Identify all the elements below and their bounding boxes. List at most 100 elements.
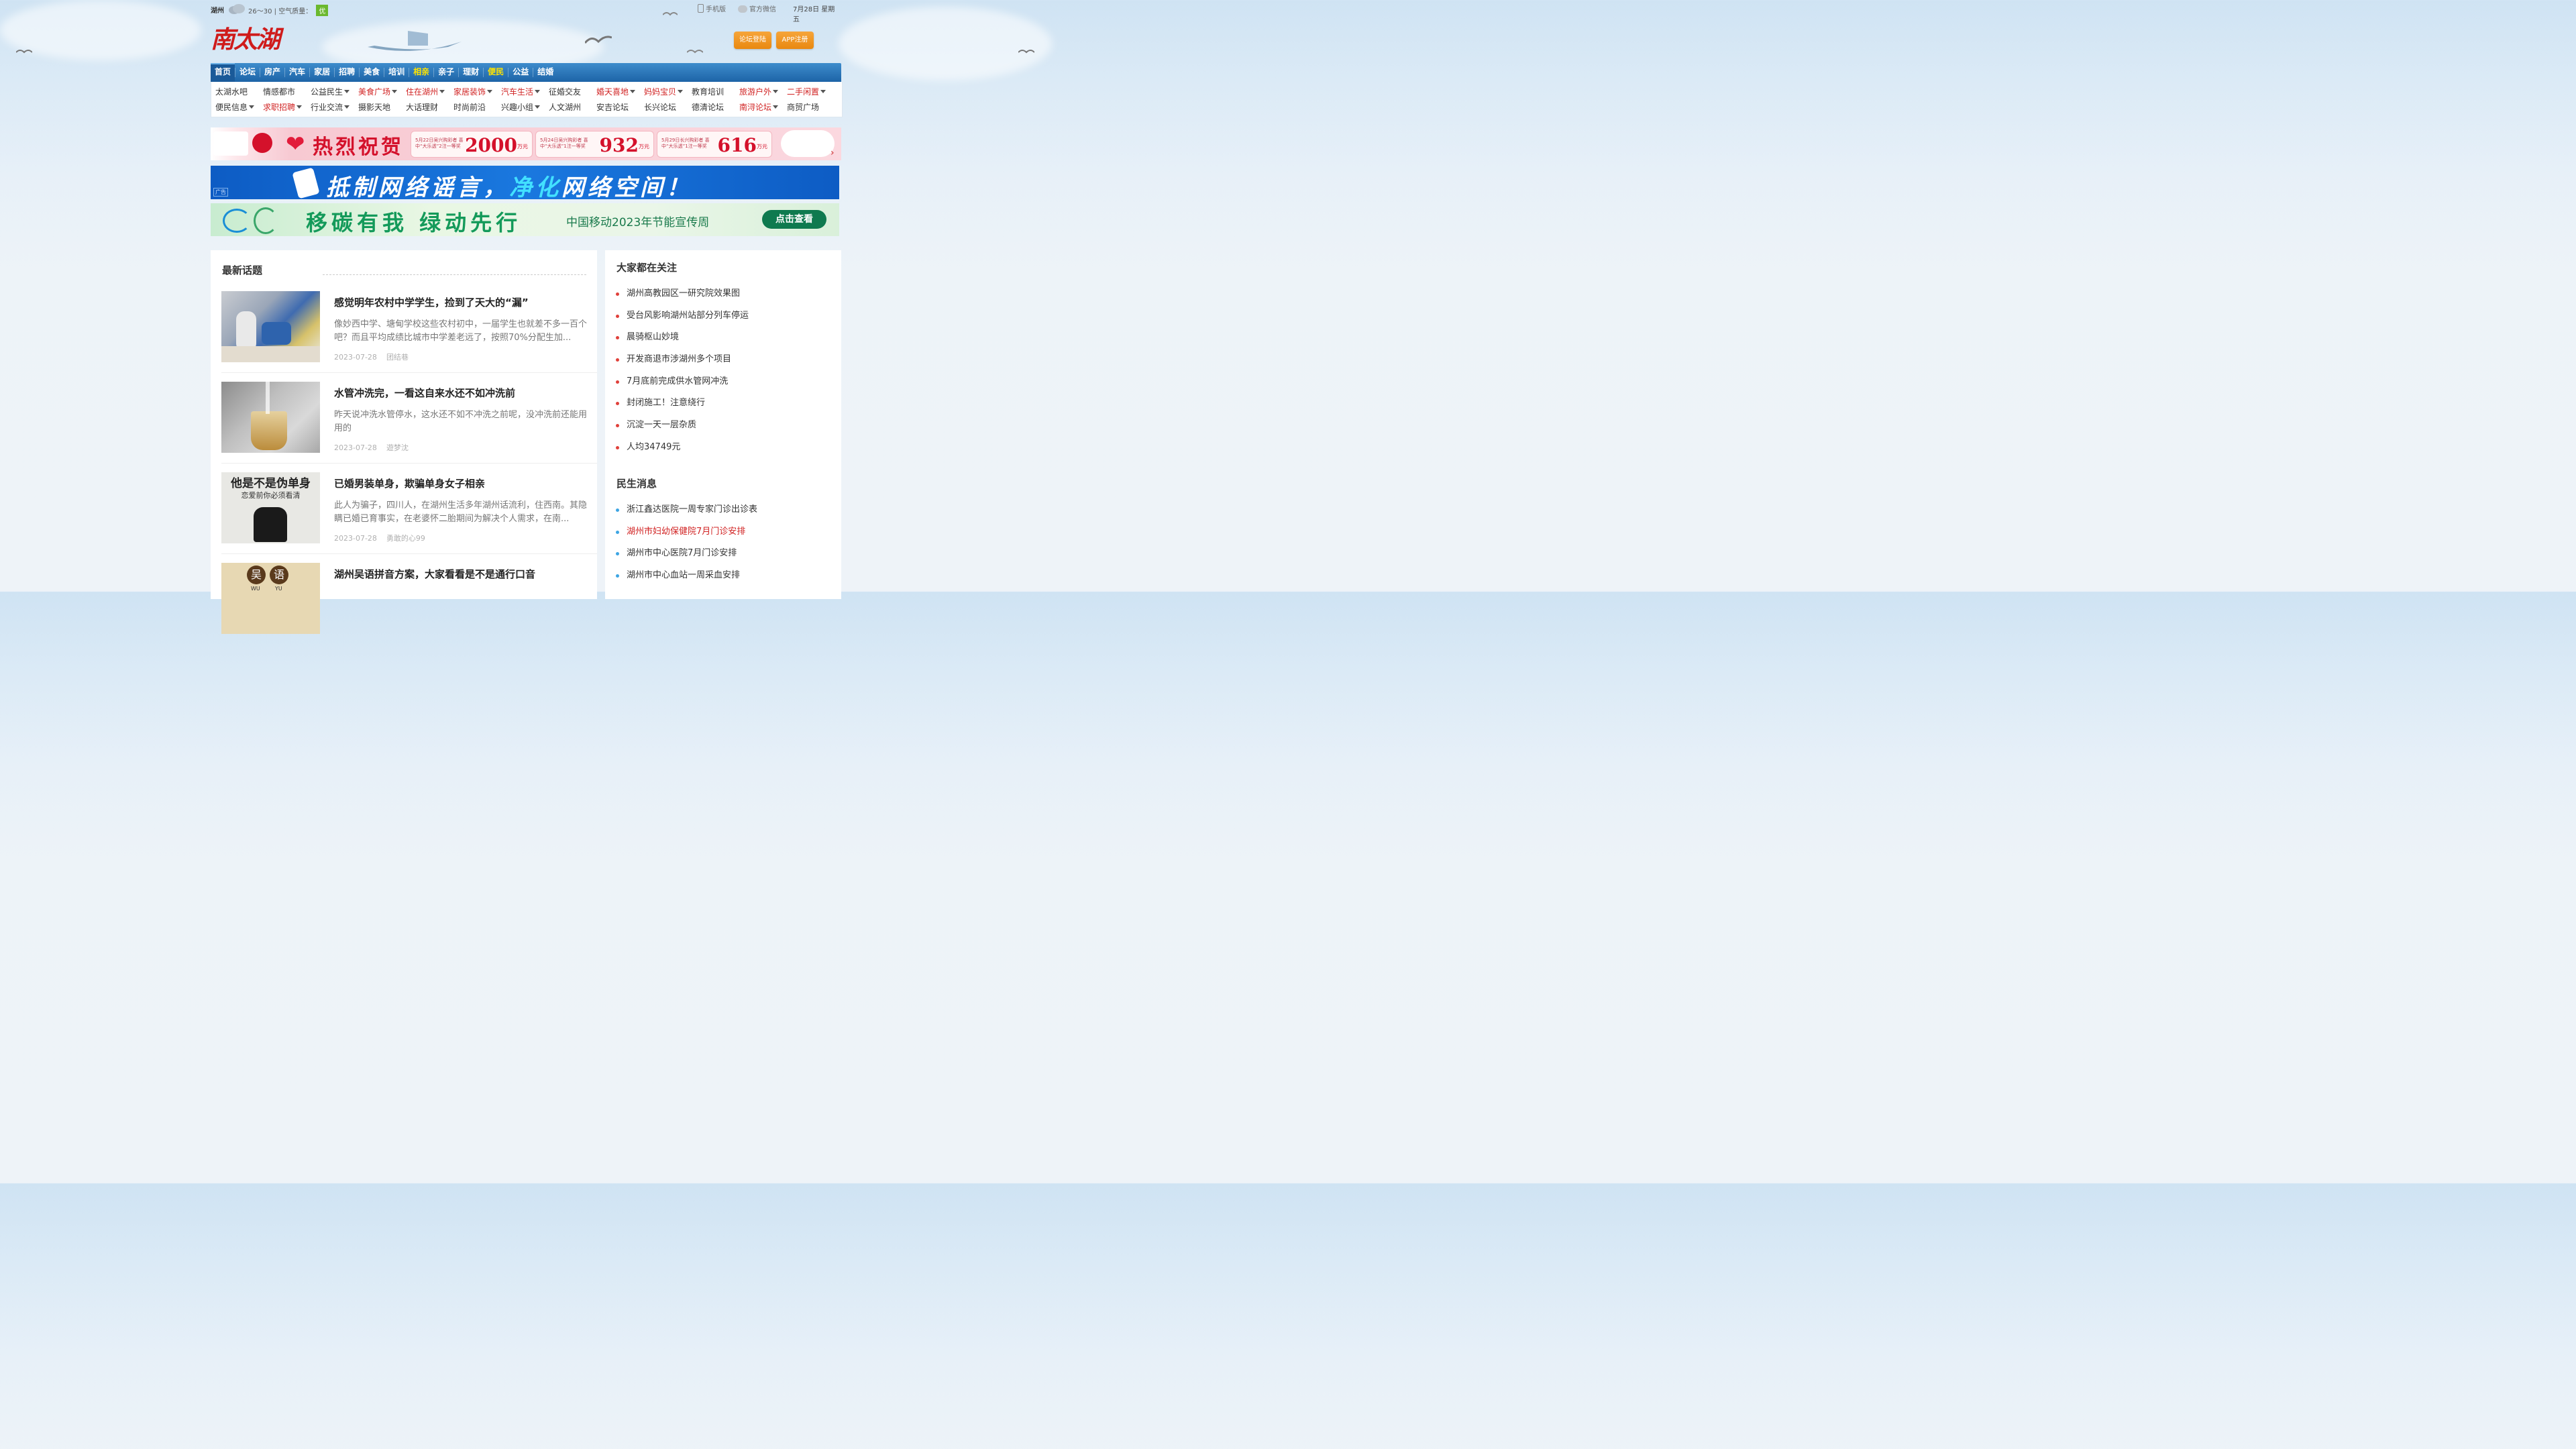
article-date: 2023-07-28 [334,443,377,452]
subnav-item[interactable]: 南浔论坛 [739,100,787,115]
subnav-item[interactable]: 长兴论坛 [644,100,692,115]
subnav-item[interactable]: 住在湖州 [406,85,453,99]
focus-list-item[interactable]: 湖州高教园区一研究院效果图 [616,287,749,309]
prize-box: 5月29日长兴购彩者 喜中“大乐透”1注一等奖 616 万元 [657,131,772,158]
subnav-item[interactable]: 商贸广场 [787,100,835,115]
view-now-button[interactable]: 点击查看 [762,210,826,229]
article-author[interactable]: 勇敢的心99 [386,534,425,543]
subnav-item[interactable]: 征婚交友 [549,85,596,99]
mobile-version-link[interactable]: 手机版 [698,3,726,13]
focus-list-item[interactable]: 封闭施工！注意绕行 [616,396,749,419]
subnav-item[interactable]: 时尚前沿 [453,100,501,115]
nav-item[interactable]: 汽车 [285,63,309,82]
article-title[interactable]: 感觉明年农村中学学生，捡到了天大的“漏” [334,295,529,309]
nav-item[interactable]: 便民 [484,63,508,82]
prize-box: 5月24日吴兴购彩者 喜中“大乐透”1注一等奖 932 万元 [535,131,654,158]
article-title[interactable]: 湖州吴语拼音方案，大家看看是不是通行口音 [334,567,535,581]
slogan-part3: 网络空间！ [561,174,692,199]
subnav-item[interactable]: 婚天喜地 [596,85,644,99]
subnav-item[interactable]: 德清论坛 [692,100,739,115]
minsheng-list-item[interactable]: 湖州市中心医院7月门诊安排 [616,547,757,569]
subnav-item[interactable]: 人文湖州 [549,100,596,115]
focus-list-item[interactable]: 受台风影响湖州站部分列车停运 [616,309,749,331]
site-logo[interactable]: 南太湖 [211,20,280,54]
subnav-item[interactable]: 汽车生活 [501,85,549,99]
nav-item[interactable]: 家居 [310,63,334,82]
lottery-banner[interactable]: ❤ 热烈祝贺 5月22日吴兴购彩者 喜中“大乐透”2注一等奖 2000 万元 5… [211,127,841,160]
focus-list-item[interactable]: 晨骑枢山妙境 [616,331,749,353]
article-author[interactable]: 遊梦沈 [386,443,409,452]
nav-item[interactable]: 论坛 [235,63,260,82]
article-thumbnail[interactable] [221,291,320,362]
article-thumbnail[interactable] [221,382,320,453]
minsheng-list-item[interactable]: 湖州市妇幼保健院7月门诊安排 [616,525,757,547]
subnav-item[interactable]: 家居装饰 [453,85,501,99]
nav-item[interactable]: 房产 [260,63,284,82]
app-register-button[interactable]: APP注册 [776,32,814,49]
seagull-icon [687,50,703,54]
carousel-next-icon[interactable]: › [830,148,835,158]
subnav-item[interactable]: 摄影天地 [358,100,406,115]
subnav-item[interactable]: 妈妈宝贝 [644,85,692,99]
article-author[interactable]: 团结巷 [386,353,409,362]
prize-amount: 616 [717,134,757,156]
focus-list-item[interactable]: 7月底前完成供水管网冲洗 [616,375,749,397]
official-wechat-link[interactable]: 官方微信 [738,3,776,13]
heart-icon: ❤ [286,131,305,158]
nav-item[interactable]: 首页 [211,63,235,82]
nav-item[interactable]: 美食 [360,63,384,82]
nav-item[interactable]: 理财 [459,63,483,82]
nav-item[interactable]: 结婚 [533,63,557,82]
article-item[interactable]: 水管冲洗完，一看这自来水还不如冲洗前 昨天说冲洗水管停水，这水还不如不冲洗之前呢… [221,382,597,472]
article-item[interactable]: 他是不是伪单身 恋爱前你必须看清 已婚男装单身，欺骗单身女子相亲 此人为骗子，四… [221,472,597,563]
nav-item[interactable]: 公益 [508,63,533,82]
current-date: 7月28日 星期五 [793,6,835,23]
subnav-item[interactable]: 旅游户外 [739,85,787,99]
subnav-item[interactable]: 兴趣小组 [501,100,549,115]
chevron-down-icon [344,105,350,109]
boat-icon [368,31,462,51]
site-logo-text: 南太湖 [211,25,280,54]
china-mobile-banner[interactable]: 移碳有我 绿动先行 中国移动2023年节能宣传周 点击查看 [211,203,839,236]
anti-rumor-banner[interactable]: 抵制网络谣言，净化网络空间！ 广告 [211,166,839,199]
article-summary: 像妙西中学、塘甸学校这些农村初中，一届学生也就差不多一百个吧？而且平均成绩比城市… [334,319,588,343]
subnav-item[interactable]: 美食广场 [358,85,406,99]
article-thumbnail[interactable]: 他是不是伪单身 恋爱前你必须看清 [221,472,320,543]
article-summary: 此人为骗子，四川人，在湖州生活多年湖州话流利，住西南。其隐瞒已婚已育事实，在老婆… [334,500,588,524]
nav-item[interactable]: 培训 [384,63,409,82]
subnav-item[interactable]: 求职招聘 [263,100,311,115]
chevron-down-icon [773,90,779,93]
chevron-down-icon [535,105,541,109]
article-item[interactable]: 感觉明年农村中学学生，捡到了天大的“漏” 像妙西中学、塘甸学校这些农村初中，一届… [221,291,597,382]
latest-topics-title: 最新话题 [222,264,263,276]
minsheng-list-item[interactable]: 湖州市中心血站一周采血安排 [616,569,757,591]
subnav-item[interactable]: 情感都市 [263,85,311,99]
seagull-icon [1018,50,1034,54]
chevron-down-icon [630,90,636,93]
subnav-item[interactable]: 行业交流 [311,100,358,115]
subnav-item[interactable]: 安吉论坛 [596,100,644,115]
focus-list-item[interactable]: 人均34749元 [616,441,749,463]
nav-item[interactable]: 亲子 [434,63,458,82]
nav-item[interactable]: 相亲 [409,63,433,82]
focus-list-item[interactable]: 开发商退市涉湖州多个项目 [616,353,749,375]
focus-list-item[interactable]: 沉淀一天一层杂质 [616,419,749,441]
article-date: 2023-07-28 [334,353,377,362]
article-title[interactable]: 水管冲洗完，一看这自来水还不如冲洗前 [334,386,515,400]
article-item[interactable]: 吴 语 WU YU 湖州吴语拼音方案，大家看看是不是通行口音 [221,563,597,653]
forum-login-button[interactable]: 论坛登陆 [734,32,771,49]
subnav-item[interactable]: 便民信息 [215,100,263,115]
article-title[interactable]: 已婚男装单身，欺骗单身女子相亲 [334,476,485,490]
nav-item[interactable]: 招聘 [335,63,359,82]
subnav-item[interactable]: 公益民生 [311,85,358,99]
minsheng-list-item[interactable]: 浙江鑫达医院一周专家门诊出诊表 [616,503,757,525]
subnav-item-label: 二手闲置 [787,87,820,97]
thumbnail-pinyin: YU [275,586,282,592]
subnav-item[interactable]: 太湖水吧 [215,85,263,99]
subnav-item[interactable]: 教育培训 [692,85,739,99]
article-divider [221,372,597,373]
article-thumbnail[interactable]: 吴 语 WU YU [221,563,320,634]
subnav-item[interactable]: 二手闲置 [787,85,835,99]
subnav-item[interactable]: 大话理财 [406,100,453,115]
phone-rumor-icon [292,167,320,199]
